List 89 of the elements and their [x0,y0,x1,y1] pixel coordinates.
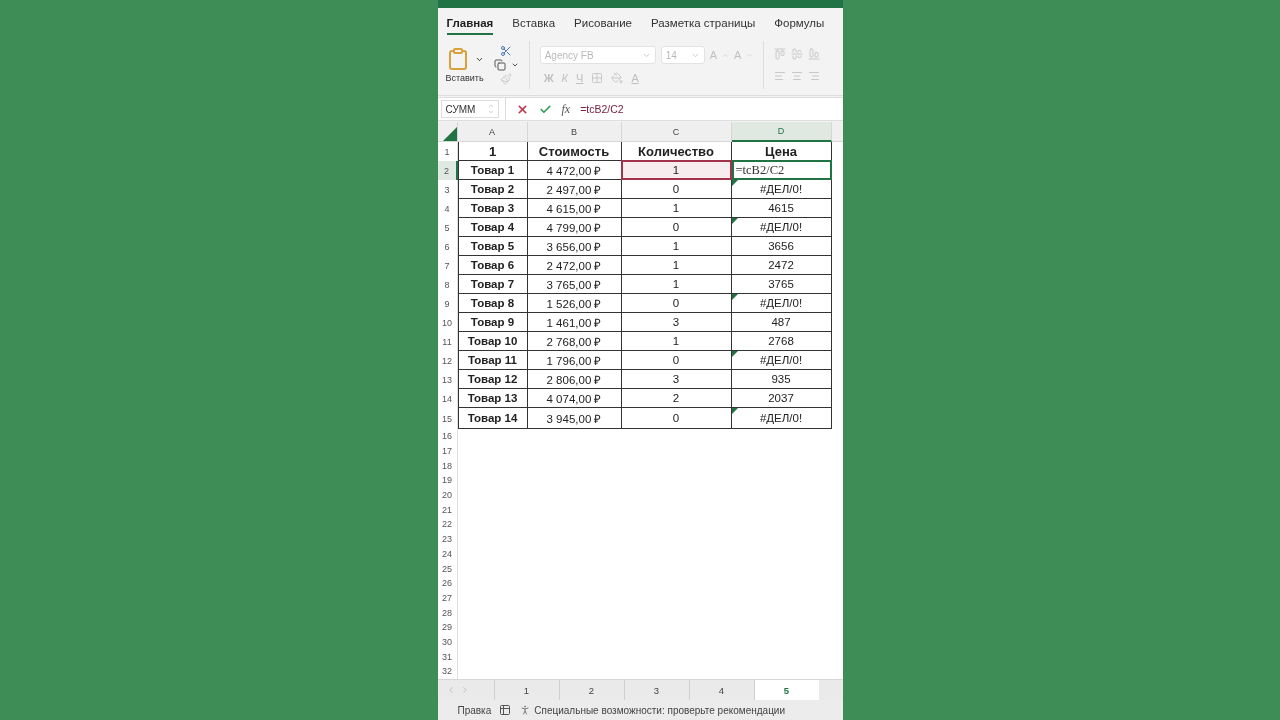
table-cell: Товар 6 [457,256,528,275]
cell-editor[interactable]: =tcB2/C2 [731,160,832,180]
table-cell: 3 765,00 ₽ [527,275,622,294]
table-cell: #ДЕЛ/0! [731,351,832,370]
table-cell: Товар 9 [457,313,528,332]
table-cell: #ДЕЛ/0! [731,408,832,429]
table-cell: 3 [621,370,732,389]
select-all-icon[interactable] [442,127,457,141]
table-cell: 0 [621,294,732,313]
table-cell: Товар 14 [457,408,528,429]
table-cell: 1 [621,237,732,256]
confirm-icon[interactable] [538,102,552,116]
align-left-icon[interactable] [774,70,787,82]
table-cell: 3656 [731,237,832,256]
align-center-icon[interactable] [791,70,804,82]
table-cell: Товар 11 [457,351,528,370]
table-cell: 3765 [731,275,832,294]
table-cell: Товар 13 [457,389,528,408]
table-cell: 0 [621,180,732,199]
caret-icon[interactable] [510,61,519,69]
table-cell: Товар 1 [457,161,528,180]
table-cell: 1 [621,199,732,218]
table-cell: 1 [621,256,732,275]
sheet-tab[interactable]: 5 [753,680,819,700]
table-cell: 4 799,00 ₽ [527,218,622,237]
referenced-cell: 1 [620,160,732,180]
table-cell: 1 796,00 ₽ [527,351,622,370]
ribbon-tab[interactable]: Главная [446,17,494,35]
copy-icon[interactable] [493,59,506,71]
table-cell: 4 074,00 ₽ [527,389,622,408]
paste-label: Вставить [445,73,484,83]
table-cell: 4 615,00 ₽ [527,199,622,218]
column-header[interactable]: B [527,122,622,142]
table-cell: 2472 [731,256,832,275]
status-mode: Правка [457,704,492,716]
table-cell: 2 [621,389,732,408]
fill-color-icon[interactable] [611,72,624,84]
table-cell: Товар 10 [457,332,528,351]
accessibility-status[interactable]: Специальные возможности: проверьте рекомендации [534,704,786,716]
table-cell: 2037 [731,389,832,408]
column-header[interactable]: D [731,122,832,142]
table-cell: Товар 12 [457,370,528,389]
table-cell: Товар 5 [457,237,528,256]
ribbon-tab[interactable]: Формулы [774,17,825,35]
table-cell: 0 [621,218,732,237]
ribbon-tab[interactable]: Разметка страницы [650,17,756,35]
row-number: 2 [437,161,458,180]
table-cell: 2768 [731,332,832,351]
table-cell: 1 526,00 ₽ [527,294,622,313]
table-cell: 0 [621,351,732,370]
table-cell: Товар 3 [457,199,528,218]
align-bottom-icon[interactable] [808,48,821,60]
borders-icon[interactable] [591,72,604,84]
table-icon[interactable] [499,704,512,716]
cancel-icon[interactable] [515,102,529,116]
insert-function-button[interactable]: fx [561,101,571,117]
table-cell: 3 [621,313,732,332]
table-cell: 1 [621,332,732,351]
align-right-icon[interactable] [808,70,821,82]
column-header[interactable]: C [621,122,732,142]
table-cell: 2 768,00 ₽ [527,332,622,351]
table-cell: 1 [621,275,732,294]
table-cell: 4615 [731,199,832,218]
table-cell: 2 497,00 ₽ [527,180,622,199]
table-cell: 487 [731,313,832,332]
cut-icon[interactable] [500,45,513,57]
align-top-icon[interactable] [774,48,787,60]
table-cell: Товар 8 [457,294,528,313]
table-cell: Товар 7 [457,275,528,294]
table-cell: 0 [621,408,732,429]
name-box[interactable]: СУММ [440,100,499,118]
table-cell: 1 [457,142,528,161]
column-header[interactable]: A [457,122,528,142]
table-cell: 3 656,00 ₽ [527,237,622,256]
table-cell: Стоимость [527,142,622,161]
align-middle-icon[interactable] [791,48,804,60]
table-cell: 935 [731,370,832,389]
table-cell: Товар 4 [457,218,528,237]
ribbon-tab[interactable]: Рисование [574,17,632,35]
ribbon-tab[interactable]: Вставка [512,17,556,35]
table-cell: Товар 2 [457,180,528,199]
table-cell: 2 806,00 ₽ [527,370,622,389]
table-cell: 1 461,00 ₽ [527,313,622,332]
table-cell: #ДЕЛ/0! [731,294,832,313]
table-cell: #ДЕЛ/0! [731,218,832,237]
table-cell: #ДЕЛ/0! [731,180,832,199]
table-cell: 2 472,00 ₽ [527,256,622,275]
formula-field[interactable]: =tcB2/C2 [580,103,624,115]
table-cell: 3 945,00 ₽ [527,408,622,429]
